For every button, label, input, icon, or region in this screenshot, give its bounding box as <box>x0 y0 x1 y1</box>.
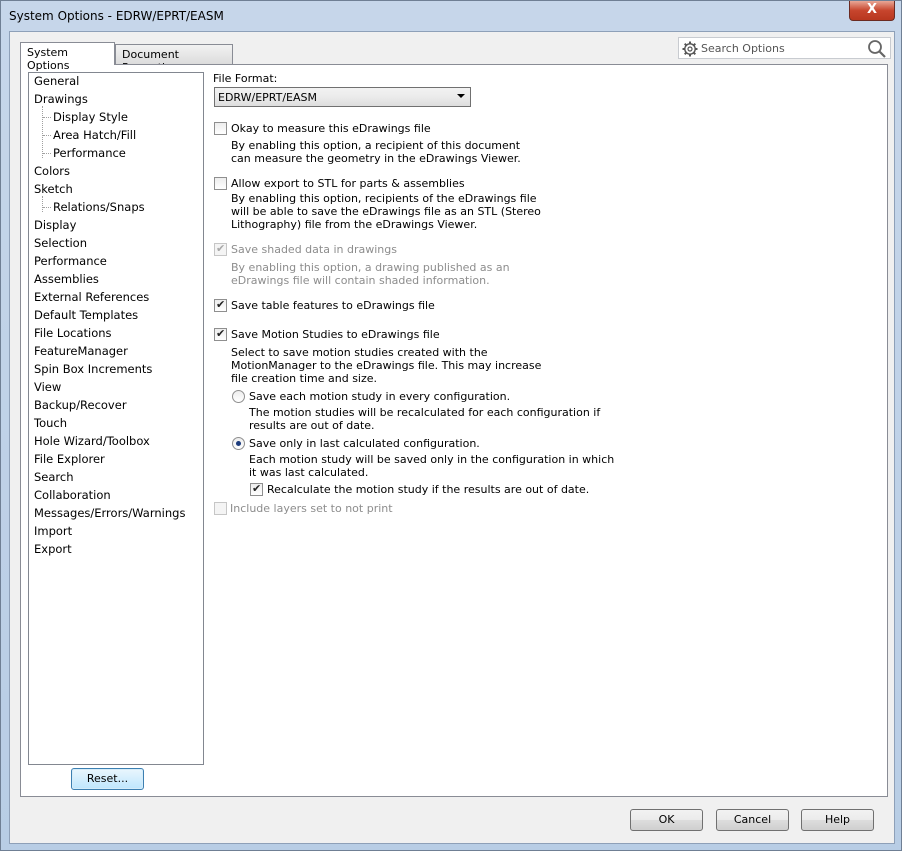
motion-desc-line: MotionManager to the eDrawings file. Thi… <box>231 359 542 372</box>
tree-item-default-templates[interactable]: Default Templates <box>34 307 138 323</box>
tab-document-properties[interactable]: Document Properties <box>115 44 233 74</box>
window-title: System Options - EDRW/EPRT/EASM <box>9 9 224 23</box>
stl-desc-line: By enabling this option, recipients of t… <box>231 192 537 205</box>
motion-studies-checkbox[interactable] <box>214 327 227 341</box>
include-layers-label: Include layers set to not print <box>230 502 393 515</box>
search-box[interactable]: Search Options <box>678 37 891 59</box>
file-format-select[interactable]: EDRW/EPRT/EASM <box>214 87 471 107</box>
close-button[interactable]: X <box>849 1 895 21</box>
options-panel: General Drawings Display Style Area Hatc… <box>20 64 888 797</box>
tree-item-relations-snaps[interactable]: Relations/Snaps <box>53 199 145 215</box>
every-configuration-radio[interactable] <box>232 390 245 403</box>
file-format-value: EDRW/EPRT/EASM <box>218 91 317 104</box>
tree-item-file-locations[interactable]: File Locations <box>34 325 112 341</box>
tree-connector <box>42 106 43 158</box>
shaded-data-label: Save shaded data in drawings <box>231 243 397 256</box>
options-tree[interactable]: General Drawings Display Style Area Hatc… <box>28 72 204 765</box>
tree-item-search[interactable]: Search <box>34 469 74 485</box>
every-configuration-label: Save each motion study in every configur… <box>249 390 511 403</box>
every-configuration-description: The motion studies will be recalculated … <box>249 406 609 432</box>
tree-item-performance[interactable]: Performance <box>34 253 107 269</box>
recalculate-checkbox[interactable] <box>250 482 263 496</box>
cancel-button[interactable]: Cancel <box>716 809 789 831</box>
last-configuration-label: Save only in last calculated configurati… <box>249 437 480 450</box>
search-icon[interactable] <box>867 39 887 59</box>
shaded-data-description: By enabling this option, a drawing publi… <box>231 261 571 287</box>
dialog-body: System Options Document Properties Searc… <box>9 31 895 844</box>
tree-item-file-explorer[interactable]: File Explorer <box>34 451 105 467</box>
gear-icon <box>682 41 698 57</box>
motion-desc-line: file creation time and size. <box>231 372 378 385</box>
help-button[interactable]: Help <box>801 809 874 831</box>
include-layers-checkbox <box>214 502 227 515</box>
motion-desc-line: Select to save motion studies created wi… <box>231 346 488 359</box>
stl-export-description: By enabling this option, recipients of t… <box>231 192 571 231</box>
tree-connector <box>43 207 51 208</box>
tree-item-view[interactable]: View <box>34 379 61 395</box>
last-config-desc-line: it was last calculated. <box>249 466 369 479</box>
recalculate-label: Recalculate the motion study if the resu… <box>267 483 590 496</box>
tree-item-sketch[interactable]: Sketch <box>34 181 73 197</box>
tree-item-drawings-performance[interactable]: Performance <box>53 145 126 161</box>
shaded-data-checkbox <box>214 242 227 256</box>
tree-item-colors[interactable]: Colors <box>34 163 70 179</box>
tree-item-selection[interactable]: Selection <box>34 235 87 251</box>
shaded-desc-line: eDrawings file will contain shaded infor… <box>231 274 490 287</box>
measure-description: By enabling this option, a recipient of … <box>231 139 571 165</box>
tree-item-area-hatch-fill[interactable]: Area Hatch/Fill <box>53 127 136 143</box>
motion-studies-description: Select to save motion studies created wi… <box>231 346 571 385</box>
every-config-desc-line: The motion studies will be recalculated … <box>249 406 601 419</box>
table-features-checkbox[interactable] <box>214 298 227 312</box>
stl-export-checkbox[interactable] <box>214 177 227 190</box>
tree-item-export[interactable]: Export <box>34 541 72 557</box>
measure-desc-line: can measure the geometry in the eDrawing… <box>231 152 521 165</box>
reset-button[interactable]: Reset... <box>71 768 144 790</box>
measure-desc-line: By enabling this option, a recipient of … <box>231 139 521 152</box>
tree-item-spin-box-increments[interactable]: Spin Box Increments <box>34 361 152 377</box>
file-format-label: File Format: <box>213 72 278 85</box>
tree-item-touch[interactable]: Touch <box>34 415 67 431</box>
tree-item-assemblies[interactable]: Assemblies <box>34 271 99 287</box>
tab-system-options[interactable]: System Options <box>20 42 115 72</box>
last-configuration-description: Each motion study will be saved only in … <box>249 453 629 479</box>
tree-item-display[interactable]: Display <box>34 217 76 233</box>
tree-item-collaboration[interactable]: Collaboration <box>34 487 111 503</box>
tree-item-drawings[interactable]: Drawings <box>34 91 88 107</box>
system-options-window: System Options - EDRW/EPRT/EASM X System… <box>0 0 902 851</box>
motion-studies-label: Save Motion Studies to eDrawings file <box>231 328 440 341</box>
last-config-desc-line: Each motion study will be saved only in … <box>249 453 615 466</box>
tree-item-general[interactable]: General <box>34 73 79 89</box>
chevron-down-icon <box>457 94 465 98</box>
tree-item-featuremanager[interactable]: FeatureManager <box>34 343 128 359</box>
tree-item-backup-recover[interactable]: Backup/Recover <box>34 397 127 413</box>
search-input[interactable]: Search Options <box>701 42 785 55</box>
stl-desc-line: will be able to save the eDrawings file … <box>231 205 541 218</box>
tree-item-display-style[interactable]: Display Style <box>53 109 128 125</box>
table-features-label: Save table features to eDrawings file <box>231 299 435 312</box>
tree-connector <box>43 153 51 154</box>
tree-item-messages-errors-warnings[interactable]: Messages/Errors/Warnings <box>34 505 185 521</box>
shaded-desc-line: By enabling this option, a drawing publi… <box>231 261 510 274</box>
every-config-desc-line: results are out of date. <box>249 419 375 432</box>
tree-item-hole-wizard-toolbox[interactable]: Hole Wizard/Toolbox <box>34 433 150 449</box>
title-bar[interactable]: System Options - EDRW/EPRT/EASM X <box>1 1 901 31</box>
last-configuration-radio[interactable] <box>232 437 245 450</box>
stl-desc-line: Lithography) file from the eDrawings Vie… <box>231 218 478 231</box>
tree-connector <box>42 196 43 212</box>
tree-connector <box>43 135 51 136</box>
measure-checkbox[interactable] <box>214 122 227 135</box>
measure-label: Okay to measure this eDrawings file <box>231 122 431 135</box>
tree-item-import[interactable]: Import <box>34 523 72 539</box>
tree-connector <box>43 117 51 118</box>
stl-export-label: Allow export to STL for parts & assembli… <box>231 177 465 190</box>
tree-item-external-references[interactable]: External References <box>34 289 149 305</box>
ok-button[interactable]: OK <box>630 809 703 831</box>
